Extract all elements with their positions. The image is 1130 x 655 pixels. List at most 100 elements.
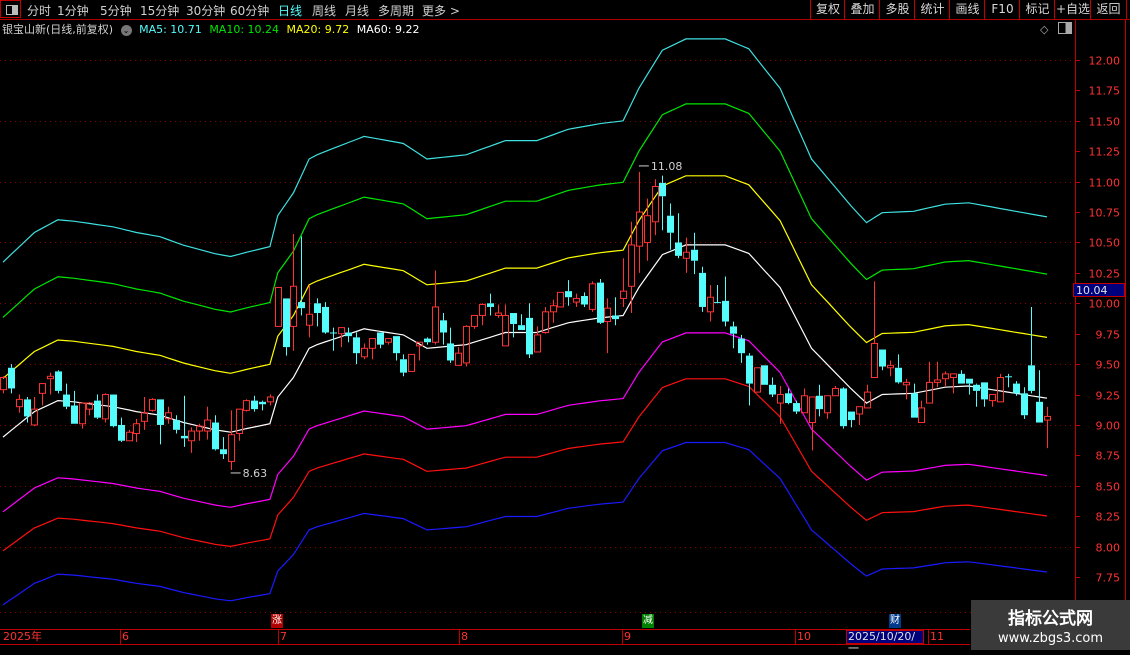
tab-weekly[interactable]: 周线: [312, 2, 336, 19]
band-line-ma20: [2, 175, 1048, 379]
candle-body: [550, 305, 557, 313]
candle-body: [973, 384, 980, 391]
tab-30min[interactable]: 30分钟: [186, 2, 225, 19]
draw-line-button[interactable]: 画线: [949, 0, 985, 19]
candle-body: [832, 387, 839, 397]
candle-body: [173, 420, 180, 430]
candle-body: [63, 394, 70, 407]
chevron-down-icon[interactable]: ⌄: [120, 24, 132, 36]
candle-body: [47, 375, 54, 380]
tab-1min[interactable]: 1分钟: [57, 2, 89, 19]
y-tick-label: 7.75: [1096, 572, 1121, 585]
f10-button[interactable]: F10: [984, 0, 1020, 19]
marker-finance[interactable]: 财: [889, 614, 901, 628]
candle-body: [903, 381, 910, 386]
adjust-button[interactable]: 复权: [810, 0, 845, 19]
statistics-button[interactable]: 统计: [914, 0, 950, 19]
date-label: 7: [278, 630, 287, 644]
candlestick-chart[interactable]: 12.00 11.75 11.50 11.25 11.00 10.75 10.50 10.25…: [0, 0, 1130, 650]
y-tick-label: 11.50: [1089, 116, 1121, 129]
overlay-button[interactable]: 叠加: [844, 0, 880, 19]
candle-body: [94, 400, 101, 418]
candle-body: [314, 303, 321, 314]
candle-body: [79, 402, 86, 425]
watermark-title: 指标公式网: [1008, 609, 1093, 629]
add-watchlist-button[interactable]: +自选: [1054, 0, 1091, 19]
stock-title: 银宝山新(日线,前复权): [2, 23, 114, 36]
candle-body: [283, 298, 290, 348]
diamond-icon[interactable]: ◇: [1040, 23, 1048, 36]
back-button[interactable]: 返回: [1090, 0, 1127, 19]
layout-toggle-icon[interactable]: [0, 0, 21, 18]
candle-body: [400, 359, 407, 373]
date-label: 6: [120, 630, 129, 644]
candle-body: [777, 394, 784, 404]
candle-body: [447, 343, 454, 361]
multi-stock-button[interactable]: 多股: [879, 0, 915, 19]
tab-minute[interactable]: 分时: [27, 2, 51, 19]
candle-body: [502, 314, 509, 347]
candle-body: [110, 394, 117, 427]
band-line-lower-5: [2, 441, 1048, 606]
candle-body: [487, 303, 494, 307]
candle-body: [620, 290, 627, 299]
candle-body: [306, 313, 313, 326]
candle-body: [424, 338, 431, 343]
candle-body: [895, 367, 902, 383]
candle-body: [604, 307, 611, 323]
candle-body: [55, 371, 62, 391]
candle-body: [746, 355, 753, 384]
candle-body: [699, 272, 706, 307]
tab-60min[interactable]: 60分钟: [230, 2, 269, 19]
candle-body: [181, 435, 188, 439]
candle-body: [345, 332, 352, 337]
candle-body: [1013, 383, 1020, 394]
candle-body: [597, 282, 604, 323]
candle-body: [934, 379, 941, 383]
tab-monthly[interactable]: 月线: [345, 2, 369, 19]
candle-body: [126, 431, 133, 442]
candle-body: [966, 378, 973, 384]
tab-daily[interactable]: 日线: [278, 2, 302, 19]
y-tick-label: 10.75: [1089, 207, 1121, 220]
y-tick-label: 9.25: [1096, 390, 1121, 403]
ma20-value: MA20: 9.72: [286, 23, 350, 36]
y-tick-label: 10.25: [1089, 268, 1121, 281]
watermark-logo: 指标公式网 www.zbgs3.com: [971, 600, 1130, 650]
y-tick-label: 12.00: [1089, 55, 1121, 68]
candle-body: [71, 405, 78, 424]
candle-body: [377, 332, 384, 345]
candle-body: [761, 365, 768, 385]
tab-5min[interactable]: 5分钟: [100, 2, 132, 19]
candle-body: [989, 394, 996, 402]
candle-body: [243, 400, 250, 411]
candle-body: [707, 296, 714, 313]
y-tick-label: 8.00: [1096, 542, 1121, 555]
tab-more[interactable]: 更多 >: [422, 2, 460, 19]
panel-toggle-icon[interactable]: [1058, 22, 1072, 34]
band-line-ma5: [2, 38, 1048, 263]
date-label: 8: [459, 630, 468, 644]
candle-body: [440, 320, 447, 333]
axis-divider: [1125, 20, 1126, 630]
tab-multi-period[interactable]: 多周期: [378, 2, 414, 19]
date-axis: 2025年 6 7 8 9 10 11 2025/10/20/一: [0, 629, 970, 655]
candle-body: [338, 327, 345, 335]
candle-body: [879, 349, 886, 367]
candle-body: [495, 312, 502, 316]
candle-body: [133, 423, 140, 434]
ma5-value: MA5: 10.71: [139, 23, 202, 36]
tab-15min[interactable]: 15分钟: [140, 2, 179, 19]
candle-body: [353, 337, 360, 354]
candle-body: [0, 377, 7, 391]
y-tick-label: 10.00: [1089, 298, 1121, 311]
candle-body: [675, 242, 682, 256]
marker-rise[interactable]: 涨: [271, 614, 283, 628]
candle-body: [589, 283, 596, 310]
y-tick-label: 11.25: [1089, 146, 1121, 159]
candle-body: [432, 306, 439, 343]
candle-body: [659, 182, 666, 197]
mark-button[interactable]: 标记: [1019, 0, 1055, 19]
marker-reduce[interactable]: 减: [642, 614, 654, 628]
candle-body: [667, 215, 674, 233]
